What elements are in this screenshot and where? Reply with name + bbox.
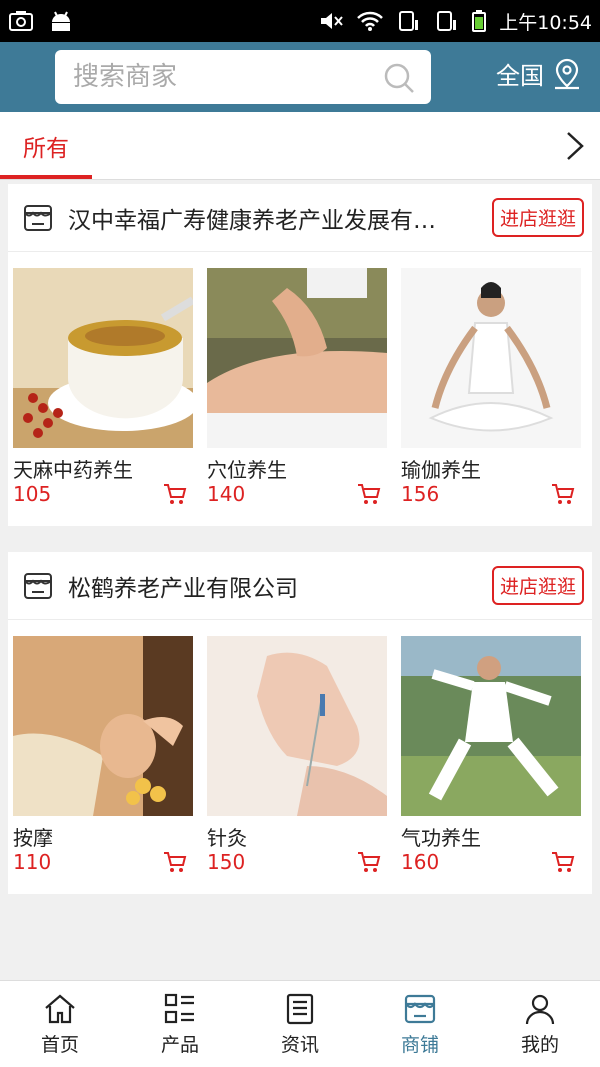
product-price: 140 <box>207 482 246 506</box>
product-image-soup[interactable] <box>13 268 193 448</box>
search-box[interactable] <box>55 50 431 104</box>
news-icon <box>286 993 314 1024</box>
product-price: 150 <box>207 850 246 874</box>
product-image-acupuncture[interactable] <box>207 636 387 816</box>
visit-shop-button[interactable]: 进店逛逛 <box>491 198 584 237</box>
top-header: 全国 <box>0 42 600 112</box>
shop-card: 松鹤养老产业有限公司 进店逛逛 按摩 110 针灸 150 气功养生 160 <box>8 552 592 894</box>
search-icon[interactable] <box>383 62 415 94</box>
product-name: 气功养生 <box>401 826 481 850</box>
product-name: 按摩 <box>13 826 53 850</box>
tab-active-indicator <box>0 175 92 179</box>
region-selector[interactable]: 全国 <box>496 56 582 91</box>
product-image-qigong[interactable] <box>401 636 581 816</box>
nav-label: 首页 <box>40 1033 79 1056</box>
mute-icon <box>321 13 343 29</box>
product-list: 天麻中药养生 105 穴位养生 140 瑜伽养生 156 <box>8 252 592 526</box>
nav-shops[interactable]: 商铺 <box>360 981 480 1067</box>
user-icon <box>525 994 555 1024</box>
product-item[interactable]: 按摩 110 <box>13 636 193 876</box>
cart-icon[interactable] <box>551 483 575 505</box>
cart-icon[interactable] <box>163 483 187 505</box>
category-tabbar: 所有 <box>0 112 600 180</box>
product-price: 156 <box>401 482 440 506</box>
android-icon <box>52 11 70 31</box>
cart-icon[interactable] <box>357 483 381 505</box>
product-list: 按摩 110 针灸 150 气功养生 160 <box>8 620 592 894</box>
home-icon <box>45 994 75 1023</box>
product-image-yoga[interactable] <box>401 268 581 448</box>
location-pin-icon <box>555 58 579 89</box>
cart-icon[interactable] <box>357 851 381 873</box>
region-label: 全国 <box>496 62 544 90</box>
cart-icon[interactable] <box>551 851 575 873</box>
sim2-signal-icon <box>437 11 457 31</box>
shop-name[interactable]: 汉中幸福广寿健康养老产业发展有… <box>68 201 492 235</box>
shop-icon <box>404 994 436 1023</box>
nav-news[interactable]: 资讯 <box>240 981 360 1067</box>
shop-header[interactable]: 汉中幸福广寿健康养老产业发展有… 进店逛逛 <box>8 184 592 252</box>
nav-label: 资讯 <box>280 1033 319 1056</box>
nav-label: 产品 <box>160 1033 199 1056</box>
battery-icon <box>472 10 487 32</box>
nav-me[interactable]: 我的 <box>480 981 600 1067</box>
store-icon <box>24 572 52 599</box>
search-input[interactable] <box>73 62 373 92</box>
product-price: 105 <box>13 482 52 506</box>
status-bar: 上午10:54 <box>0 0 600 42</box>
status-time: 上午10:54 <box>499 11 592 34</box>
product-name: 针灸 <box>207 826 247 850</box>
product-item[interactable]: 针灸 150 <box>207 636 387 876</box>
product-item[interactable]: 天麻中药养生 105 <box>13 268 193 508</box>
shop-name[interactable]: 松鹤养老产业有限公司 <box>68 569 492 603</box>
nav-label: 商铺 <box>400 1033 439 1056</box>
product-name: 穴位养生 <box>207 458 287 482</box>
product-name: 天麻中药养生 <box>13 458 133 482</box>
tab-all[interactable]: 所有 <box>0 112 92 180</box>
product-name: 瑜伽养生 <box>401 458 481 482</box>
bottom-navigation: 首页 产品 资讯 商铺 我的 <box>0 980 600 1067</box>
cart-icon[interactable] <box>163 851 187 873</box>
product-item[interactable]: 瑜伽养生 156 <box>401 268 581 508</box>
chevron-right-icon[interactable] <box>564 130 586 162</box>
product-price: 160 <box>401 850 440 874</box>
shop-header[interactable]: 松鹤养老产业有限公司 进店逛逛 <box>8 552 592 620</box>
product-price: 110 <box>13 850 52 874</box>
wifi-icon <box>357 11 384 31</box>
product-image-acupoint[interactable] <box>207 268 387 448</box>
screenshot-icon <box>9 11 33 31</box>
product-image-massage[interactable] <box>13 636 193 816</box>
sim1-signal-icon <box>399 11 419 31</box>
product-item[interactable]: 气功养生 160 <box>401 636 581 876</box>
nav-home[interactable]: 首页 <box>0 981 120 1067</box>
visit-shop-button[interactable]: 进店逛逛 <box>491 566 584 605</box>
nav-label: 我的 <box>520 1033 559 1056</box>
store-icon <box>24 204 52 231</box>
shop-card: 汉中幸福广寿健康养老产业发展有… 进店逛逛 天麻中药养生 105 穴位养生 14… <box>8 184 592 526</box>
product-item[interactable]: 穴位养生 140 <box>207 268 387 508</box>
nav-products[interactable]: 产品 <box>120 981 240 1067</box>
grid-list-icon <box>164 993 194 1023</box>
